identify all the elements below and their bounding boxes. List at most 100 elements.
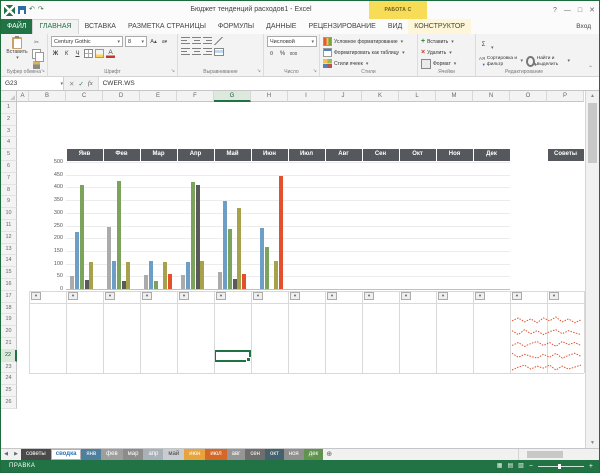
prev-sheet-icon[interactable]: ◀ [1, 449, 11, 460]
sheet-tab-апр[interactable]: апр [143, 449, 163, 460]
column-header-E[interactable]: E [140, 91, 177, 102]
ribbon-tab-вставка[interactable]: ВСТАВКА [79, 19, 122, 34]
formula-input[interactable]: CWER.WS [99, 77, 599, 90]
orientation-icon[interactable] [214, 37, 223, 45]
ribbon-tab-разметка страницы[interactable]: РАЗМЕТКА СТРАНИЦЫ [122, 19, 212, 34]
row-header-7[interactable]: 7 [1, 173, 17, 185]
ribbon-tab-данные[interactable]: ДАННЫЕ [260, 19, 302, 34]
align-left-icon[interactable] [181, 48, 190, 55]
cancel-entry-button[interactable]: ✕ [69, 80, 74, 88]
currency-format-icon[interactable] [267, 49, 276, 58]
sheet-tab-дек[interactable]: дек [304, 449, 323, 460]
row-header-14[interactable]: 14 [1, 255, 17, 267]
filter-dropdown-N[interactable] [475, 292, 485, 300]
minimize-button[interactable]: — [564, 7, 571, 14]
row-header-8[interactable]: 8 [1, 185, 17, 197]
copy-icon[interactable] [32, 49, 41, 59]
row-header-15[interactable]: 15 [1, 267, 17, 279]
row-header-19[interactable]: 19 [1, 314, 17, 326]
row-header-16[interactable]: 16 [1, 279, 17, 291]
column-header-G[interactable]: G [214, 91, 251, 102]
align-bottom-icon[interactable] [203, 37, 212, 44]
align-center-icon[interactable] [192, 48, 201, 55]
column-header-N[interactable]: N [473, 91, 510, 102]
filter-dropdown-D[interactable] [105, 292, 115, 300]
filter-dropdown-E[interactable] [142, 292, 152, 300]
font-dialog-launcher-icon[interactable] [171, 69, 175, 74]
ribbon-tab-рецензирование[interactable]: РЕЦЕНЗИРОВАНИЕ [302, 19, 381, 34]
sheet-tab-фев[interactable]: фев [101, 449, 122, 460]
redo-icon[interactable]: ↷ [38, 1, 44, 19]
row-header-18[interactable]: 18 [1, 303, 17, 315]
row-header-2[interactable]: 2 [1, 114, 17, 126]
sheet-tab-советы[interactable]: советы [21, 449, 51, 460]
ribbon-tab-конструктор[interactable]: КОНСТРУКТОР [408, 19, 471, 34]
filter-dropdown-K[interactable] [364, 292, 374, 300]
row-header-9[interactable]: 9 [1, 196, 17, 208]
row-header-6[interactable]: 6 [1, 161, 17, 173]
ribbon-tab-вид[interactable]: ВИД [382, 19, 408, 34]
ribbon-tab-формулы[interactable]: ФОРМУЛЫ [212, 19, 260, 34]
excel-logo-icon[interactable] [4, 5, 15, 16]
font-color-icon[interactable] [106, 49, 115, 58]
maximize-button[interactable]: □ [578, 7, 582, 14]
sheet-tab-авг[interactable]: авг [227, 449, 246, 460]
enter-entry-button[interactable]: ✓ [78, 80, 83, 88]
column-header-H[interactable]: H [251, 91, 288, 102]
format-painter-icon[interactable] [33, 61, 40, 69]
normal-view-icon[interactable] [497, 463, 503, 469]
editing-item-1[interactable]: Сортировка и фильтр [479, 56, 523, 67]
zoom-slider[interactable] [538, 466, 584, 467]
alignment-dialog-launcher-icon[interactable] [257, 69, 261, 74]
help-button[interactable]: ? [553, 7, 557, 14]
cells-item-3[interactable]: Формат [421, 58, 473, 69]
sign-in-link[interactable]: Вход [568, 19, 599, 34]
row-header-4[interactable]: 4 [1, 137, 17, 149]
horizontal-scrollbar[interactable] [518, 449, 599, 460]
comma-style-button[interactable]: 000 [289, 49, 298, 58]
sheet-tab-окт[interactable]: окт [265, 449, 284, 460]
vertical-scroll-thumb[interactable] [588, 103, 597, 163]
filter-dropdown-L[interactable] [401, 292, 411, 300]
close-button[interactable]: ✕ [589, 6, 595, 14]
column-header-K[interactable]: K [362, 91, 399, 102]
name-box[interactable]: G23 [1, 77, 64, 90]
filter-dropdown-H[interactable] [253, 292, 263, 300]
row-header-21[interactable]: 21 [1, 338, 17, 350]
sheet-tab-июл[interactable]: июл [205, 449, 226, 460]
page-break-view-icon[interactable] [518, 463, 524, 469]
column-header-O[interactable]: O [510, 91, 547, 102]
fill-color-icon[interactable] [95, 49, 104, 58]
vertical-scrollbar[interactable]: ▲ ▼ [585, 91, 599, 448]
filter-dropdown-M[interactable] [438, 292, 448, 300]
clipboard-dialog-launcher-icon[interactable] [41, 69, 45, 74]
column-header-L[interactable]: L [399, 91, 436, 102]
new-sheet-button[interactable]: ⊕ [323, 449, 335, 460]
column-header-J[interactable]: J [325, 91, 362, 102]
underline-button[interactable]: Ч [73, 49, 82, 58]
percent-style-button[interactable]: % [278, 49, 287, 58]
row-header-1[interactable]: 1 [1, 102, 17, 114]
shrink-font-icon[interactable] [160, 37, 169, 46]
filter-dropdown-F[interactable] [179, 292, 189, 300]
select-all-corner[interactable] [1, 91, 17, 102]
italic-button[interactable]: К [62, 49, 71, 58]
scroll-down-icon[interactable]: ▼ [586, 438, 599, 448]
merge-center-icon[interactable] [214, 48, 224, 56]
font-name-combo[interactable]: Century Gothic [51, 36, 123, 47]
bold-button[interactable]: Ж [51, 49, 60, 58]
zoom-in-button[interactable]: + [589, 463, 593, 470]
filter-dropdown-O[interactable] [512, 292, 522, 300]
sheet-tab-сводка[interactable]: сводка [51, 449, 82, 460]
row-header-10[interactable]: 10 [1, 208, 17, 220]
filter-dropdown-J[interactable] [327, 292, 337, 300]
next-sheet-icon[interactable]: ▶ [11, 449, 21, 460]
editing-item-2[interactable]: Найти и выделить [526, 56, 570, 67]
horizontal-scroll-thumb[interactable] [527, 451, 563, 458]
filter-dropdown-I[interactable] [290, 292, 300, 300]
sheet-tab-ноя[interactable]: ноя [284, 449, 304, 460]
selected-cell[interactable] [214, 350, 251, 362]
align-top-icon[interactable] [181, 37, 190, 44]
align-middle-icon[interactable] [192, 37, 201, 44]
zoom-slider-thumb[interactable] [558, 464, 561, 469]
